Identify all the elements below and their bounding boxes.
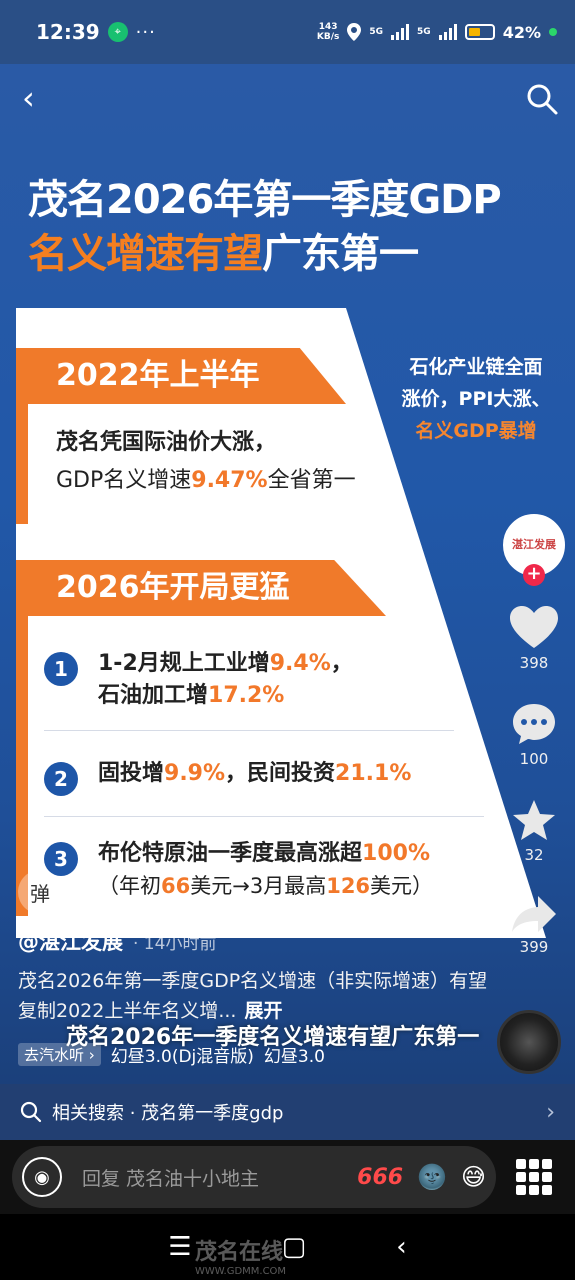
comment-placeholder: 回复 茂名油十小地主: [82, 1167, 260, 1190]
location-icon: [347, 23, 362, 41]
video-player[interactable]: ‹ 茂名2026年第一季度GDP 名义增速有望广东第一 2022年上半年 茂名凭…: [0, 64, 575, 1140]
action-rail: 湛江发展 + 398 100 32 399: [499, 514, 569, 956]
comment-count: 100: [519, 750, 549, 768]
section1-title: 2022年上半年: [16, 348, 346, 404]
music-row[interactable]: 去汽水听 › 幻昼3.0(Dj混音版) 幻昼3.0: [18, 1042, 325, 1067]
signal-2-icon: [438, 24, 457, 40]
item-divider: [44, 730, 454, 731]
author-avatar[interactable]: 湛江发展 +: [503, 514, 565, 586]
share-count: 399: [519, 938, 549, 956]
danmaku-toggle-button[interactable]: 弹: [18, 870, 62, 914]
side-caption: 石化产业链全面 涨价，PPI大涨、 名义GDP暴增: [401, 356, 551, 442]
item-number: 1: [44, 652, 78, 686]
headline-line2: 名义增速有望广东第一: [28, 231, 419, 277]
list-item: 3 布伦特原油一季度最高涨超100% （年初66美元→3月最高126美元）: [44, 838, 433, 902]
system-nav-bar: ☰ ▢ ‹: [0, 1214, 575, 1280]
follow-button[interactable]: +: [523, 564, 545, 586]
music-track: 幻昼3.0(Dj混音版): [110, 1047, 254, 1067]
recent-apps-button[interactable]: ☰: [168, 1232, 191, 1262]
like-button[interactable]: 398: [510, 606, 558, 672]
section1-body: 茂名凭国际油价大涨， GDP名义增速9.47%全省第一: [56, 424, 356, 500]
accent-stripe-2: [16, 616, 28, 916]
battery-percent: 42%: [502, 22, 541, 42]
headline-line1: 茂名2026年第一季度GDP: [28, 177, 502, 223]
author-name[interactable]: @湛江发展 · 14小时前: [18, 926, 216, 956]
back-button[interactable]: ‹: [22, 82, 52, 114]
comment-button[interactable]: 100: [511, 702, 557, 768]
chevron-right-icon: ›: [546, 1099, 555, 1125]
more-apps-grid-icon[interactable]: [516, 1159, 552, 1195]
music-track-repeat: 幻昼3.0: [263, 1047, 325, 1067]
network-speed: 143 KB/s: [316, 22, 340, 42]
search-icon: [20, 1101, 42, 1123]
privacy-indicator-icon: [549, 28, 557, 36]
favorite-count: 32: [524, 846, 544, 864]
back-nav-button[interactable]: ‹: [396, 1232, 406, 1262]
item-number: 3: [44, 842, 78, 876]
emoji-grin-sweat-button[interactable]: 😅: [461, 1163, 486, 1191]
share-button[interactable]: 399: [510, 894, 558, 956]
sim2-type: 5G: [417, 27, 431, 37]
sim1-type: 5G: [369, 27, 384, 37]
heart-icon: [510, 606, 558, 648]
emoji-moon-face-button[interactable]: 🌚: [417, 1163, 447, 1191]
comment-bar: ◉ 回复 茂名油十小地主 666 🌚 😅: [0, 1140, 575, 1214]
status-bar: 12:39 ⌖ ··· 143 KB/s 5G 5G 42%: [0, 0, 575, 64]
share-arrow-icon: [512, 896, 556, 932]
related-search-label: 相关搜索 · 茂名第一季度gdp: [52, 1103, 284, 1124]
section2-title: 2026年开局更猛: [16, 560, 386, 616]
like-count: 398: [519, 654, 549, 672]
comment-icon: [513, 704, 555, 744]
list-item: 1 1-2月规上工业增9.4%， 石油加工增17.2%: [44, 648, 353, 712]
voice-input-icon[interactable]: ◉: [22, 1157, 62, 1197]
section1-line2: GDP名义增速9.47%全省第一: [56, 468, 356, 493]
star-icon: [513, 800, 555, 840]
emoji-666-button[interactable]: 666: [357, 1165, 403, 1190]
video-headline: 茂名2026年第一季度GDP 名义增速有望广东第一: [28, 174, 558, 282]
item-divider: [44, 816, 484, 817]
more-notifications-icon: ···: [135, 21, 156, 43]
status-indicators: 143 KB/s 5G 5G 42%: [317, 22, 557, 42]
video-description[interactable]: 茂名2026年第一季度GDP名义增速（非实际增速）有望复制2022上半年名义增.…: [18, 966, 488, 1026]
list-item: 2 固投增9.9%，民间投资21.1%: [44, 758, 411, 796]
signal-1-icon: [391, 24, 410, 40]
watermark-logo: 茂名在线 WWW.GDMM.COM: [195, 1240, 287, 1277]
comment-input[interactable]: ◉ 回复 茂名油十小地主 666 🌚 😅: [12, 1146, 496, 1208]
related-search-bar[interactable]: 相关搜索 · 茂名第一季度gdp ›: [0, 1084, 575, 1140]
music-disc-icon[interactable]: [497, 1010, 561, 1074]
status-time: 12:39: [36, 20, 100, 44]
item-number: 2: [44, 762, 78, 796]
listen-on-qishui-button[interactable]: 去汽水听 ›: [18, 1043, 101, 1066]
accent-stripe-1: [16, 404, 28, 524]
app-notification-icon: ⌖: [107, 22, 128, 42]
search-icon[interactable]: [525, 82, 559, 116]
post-time: · 14小时前: [133, 934, 217, 954]
battery-icon: [464, 24, 495, 40]
section1-line1: 茂名凭国际油价大涨，: [56, 430, 277, 455]
favorite-button[interactable]: 32: [511, 798, 557, 864]
